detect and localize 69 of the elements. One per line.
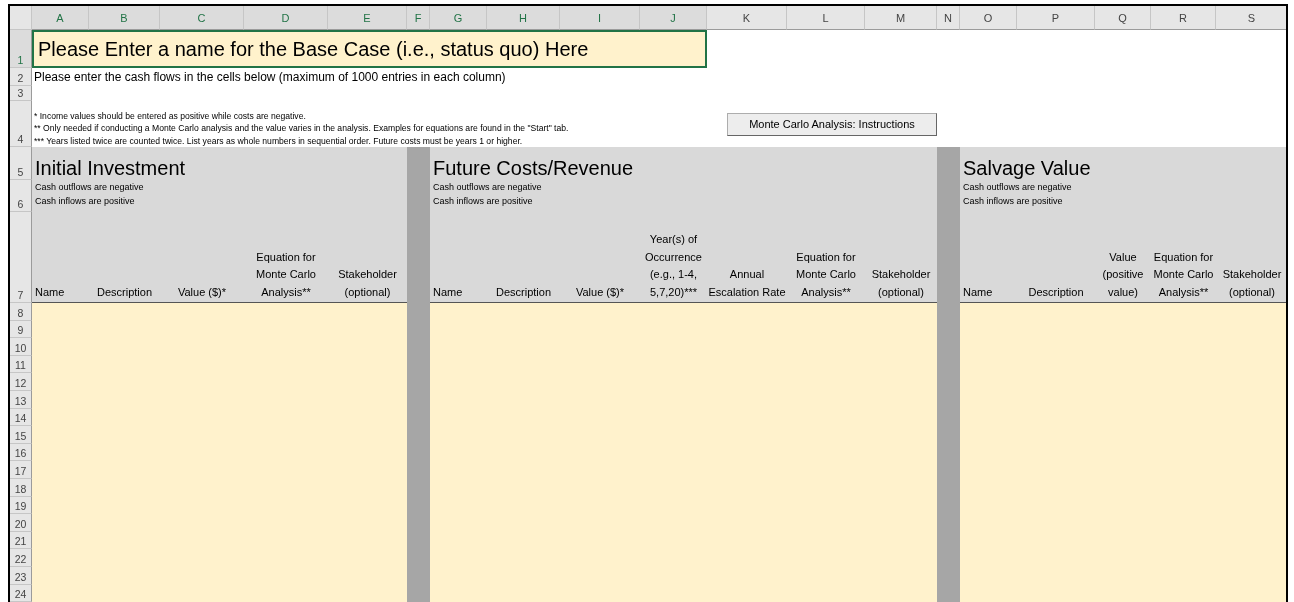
section-note: Cash inflows are positive [35, 195, 135, 208]
column-header[interactable]: B [89, 6, 160, 30]
row-header[interactable]: 2 [10, 68, 32, 86]
row-header[interactable]: 22 [10, 549, 32, 567]
column-heading: Year(s) of Occurrence (e.g., 1-4, 5,7,20)*** [644, 232, 703, 300]
column-header[interactable]: K [707, 6, 787, 30]
column-heading: Name [35, 284, 65, 300]
column-header[interactable]: A [32, 6, 89, 30]
row-header[interactable]: 4 [10, 101, 32, 147]
column-header[interactable]: Q [1095, 6, 1151, 30]
entry-area[interactable] [960, 303, 1286, 602]
section-note: Cash inflows are positive [433, 195, 533, 208]
column-heading: Description [1028, 284, 1084, 300]
note-text: *** Years listed twice are counted twice. List years as whole numbers in sequential order. Future costs must be years 1 or higher. [34, 134, 524, 147]
row-header[interactable]: 10 [10, 338, 32, 356]
column-heading: Name [433, 284, 463, 300]
column-heading: Equation for Monte Carlo Analysis** [1152, 249, 1215, 300]
column-heading: Stakeholder (optional) [337, 267, 398, 300]
row-header[interactable]: 20 [10, 514, 32, 532]
note-text: ** Only needed if conducting a Monte Carlo analysis and the value varies in the analysis. Examples for equations are found in the "Start" tab. [34, 122, 570, 135]
column-header[interactable]: N [937, 6, 960, 30]
row-header[interactable]: 7 [10, 212, 32, 303]
column-heading: Value ($)* [177, 284, 227, 300]
column-header[interactable]: P [1017, 6, 1095, 30]
row-header[interactable]: 8 [10, 303, 32, 321]
column-heading: Stakeholder (optional) [1221, 267, 1283, 300]
row-header[interactable]: 1 [10, 30, 32, 68]
column-header[interactable]: E [328, 6, 407, 30]
column-header[interactable]: M [865, 6, 937, 30]
title-cell[interactable]: Please Enter a name for the Base Case (i.e., status quo) Here [32, 30, 707, 68]
section-note: Cash outflows are negative [433, 181, 542, 194]
note-text: * Income values should be entered as positive while costs are negative. [34, 109, 307, 122]
column-heading: Value (positive value) [1101, 249, 1145, 300]
column-heading: Description [496, 284, 551, 300]
section-title: Initial Investment [34, 157, 187, 180]
column-header[interactable]: R [1151, 6, 1216, 30]
column-header[interactable]: I [560, 6, 640, 30]
section-note: Cash outflows are negative [35, 181, 144, 194]
entry-area[interactable] [32, 303, 407, 602]
select-all-button[interactable] [10, 6, 32, 30]
row-header[interactable]: 3 [10, 86, 32, 101]
column-header[interactable]: F [407, 6, 430, 30]
instruction-text: Please enter the cash flows in the cells below (maximum of 1000 entries in each column) [33, 70, 507, 84]
column-header[interactable]: O [960, 6, 1017, 30]
row-header[interactable]: 5 [10, 147, 32, 180]
row-header[interactable]: 17 [10, 461, 32, 479]
instructions-button[interactable]: Monte Carlo Analysis: Instructions [727, 112, 937, 136]
row-header[interactable]: 12 [10, 373, 32, 391]
row-header[interactable]: 6 [10, 180, 32, 212]
column-heading: Value ($)* [575, 284, 625, 300]
section-note: Cash outflows are negative [963, 181, 1072, 194]
column-heading: Equation for Monte Carlo Analysis** [795, 249, 857, 300]
section-note: Cash inflows are positive [963, 195, 1063, 208]
column-header[interactable]: J [640, 6, 707, 30]
column-header[interactable]: H [487, 6, 560, 30]
column-heading: Equation for Monte Carlo Analysis** [255, 249, 317, 300]
column-header[interactable]: D [244, 6, 328, 30]
column-header[interactable]: S [1216, 6, 1286, 30]
section-title: Salvage Value [962, 157, 1092, 180]
column-heading: Name [963, 284, 993, 300]
column-header[interactable]: C [160, 6, 244, 30]
column-heading: Annual Escalation Rate [708, 267, 786, 300]
row-header[interactable]: 15 [10, 426, 32, 444]
entry-area[interactable] [430, 303, 937, 602]
column-header[interactable]: G [430, 6, 487, 30]
section-title: Future Costs/Revenue [432, 157, 635, 180]
column-heading: Stakeholder (optional) [870, 267, 932, 300]
column-header[interactable]: L [787, 6, 865, 30]
column-heading: Description [97, 284, 152, 300]
